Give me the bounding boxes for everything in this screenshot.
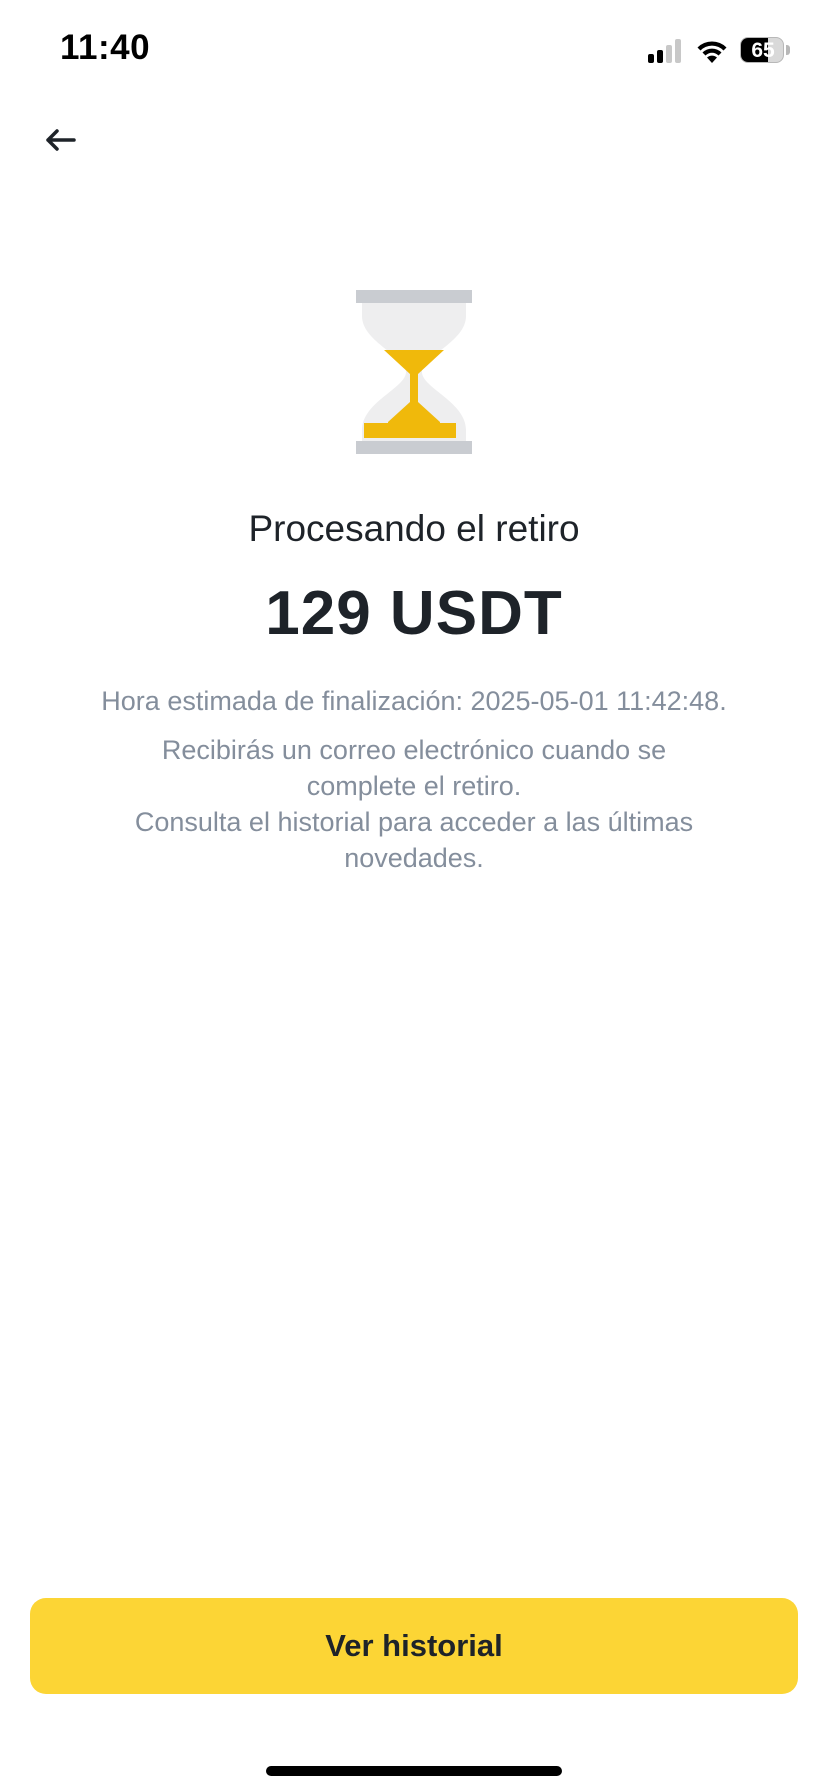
battery-level: 65 (751, 39, 775, 62)
battery-icon: 65 (740, 37, 792, 65)
view-history-button[interactable]: Ver historial (30, 1598, 798, 1694)
estimated-completion-time: Hora estimada de finalización: 2025-05-0… (101, 686, 727, 716)
arrow-left-icon (46, 129, 76, 151)
home-indicator (266, 1766, 562, 1776)
page-title: Procesando el retiro (248, 508, 580, 549)
email-notice: Recibirás un correo electrónico cuando s… (161, 735, 667, 801)
wifi-icon (697, 41, 727, 63)
info-message: Recibirás un correo electrónico cuando s… (134, 732, 694, 876)
status-bar: 11:40 65 (0, 0, 828, 100)
withdrawal-amount: 129 USDT (265, 579, 563, 648)
status-time: 11:40 (60, 28, 151, 67)
back-button[interactable] (36, 116, 84, 164)
signal-icon (648, 39, 681, 63)
status-icons: 65 (648, 34, 792, 68)
hourglass-icon (356, 290, 472, 454)
history-notice: Consulta el historial para acceder a las… (134, 807, 694, 873)
